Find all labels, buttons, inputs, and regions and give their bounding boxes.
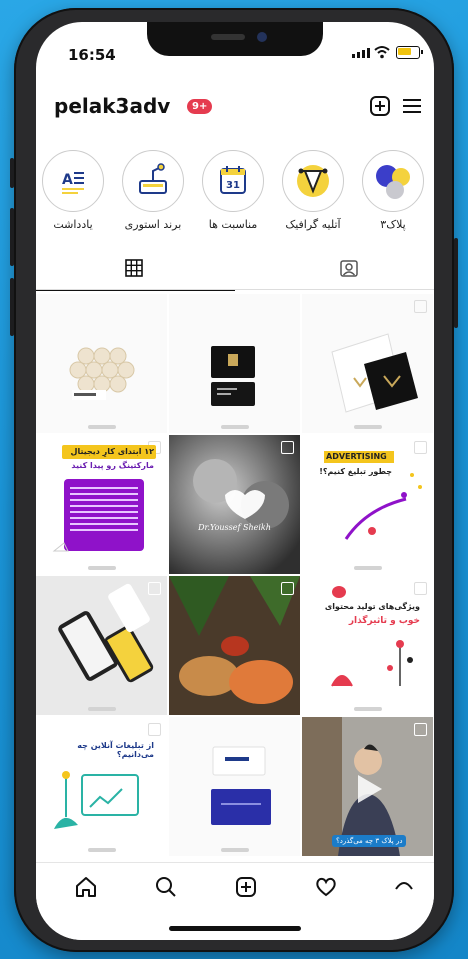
post-app-mockup[interactable] (36, 576, 167, 715)
instagram-profile-screen: 16:54 pelak3adv 9+ پلاک۳ آتلیه گرافیک 31… (36, 22, 434, 940)
svg-text:31: 31 (226, 180, 240, 191)
heart-icon[interactable] (314, 875, 338, 899)
post-arazan[interactable] (36, 294, 167, 433)
post-food-photo[interactable] (169, 576, 300, 715)
post-stationery[interactable] (169, 717, 300, 856)
search-icon[interactable] (154, 875, 178, 899)
profile-header: pelak3adv 9+ (36, 92, 434, 132)
profile-tabs (36, 250, 434, 291)
highlight-graphic-studio[interactable]: آتلیه گرافیک (276, 150, 350, 231)
post-online-ads[interactable]: از تبلیغات آنلاین چه می‌دانیم؟ (36, 717, 167, 856)
power-button (454, 238, 458, 328)
home-icon[interactable] (74, 875, 98, 899)
status-time: 16:54 (68, 46, 116, 64)
highlight-label: یادداشت (53, 218, 93, 231)
volume-down-button (10, 278, 14, 336)
post-content-features[interactable]: ویژگی‌های تولید محتوای خوب و تاثیرگذار (302, 576, 433, 715)
highlight-label: مناسبت ها (208, 218, 258, 231)
calendar-icon: 31 (202, 150, 264, 212)
signal-icon (352, 48, 370, 58)
bottom-navigation (36, 862, 434, 940)
tagged-icon (340, 260, 358, 277)
post-brand-cards[interactable] (302, 294, 433, 433)
create-icon[interactable] (234, 875, 258, 899)
highlight-label: برند استوری (124, 218, 182, 231)
svg-text:A: A (62, 172, 73, 188)
new-post-icon[interactable] (368, 94, 392, 118)
highlight-notes[interactable]: A یادداشت (36, 150, 110, 231)
wifi-icon (374, 46, 390, 59)
notch (147, 22, 323, 56)
volume-up-button (10, 208, 14, 266)
printer-robot-icon (122, 150, 184, 212)
highlight-label: پلاک۳ (380, 218, 406, 231)
battery-icon (396, 46, 423, 59)
menu-icon[interactable] (400, 94, 424, 118)
highlight-occasions[interactable]: 31 مناسبت ها (196, 150, 270, 231)
text-note-icon: A (42, 150, 104, 212)
highlight-pelak3[interactable]: پلاک۳ (356, 150, 430, 231)
post-video-speaker[interactable]: در پلاک ۳ چه می‌گذرد؟ (302, 717, 433, 856)
tab-grid[interactable] (36, 250, 235, 291)
post-portrait-photo[interactable]: Dr.Youssef Sheikh (169, 435, 300, 574)
mute-switch (10, 158, 14, 188)
highlight-brand-story[interactable]: برند استوری (116, 150, 190, 231)
post-digital-marketing[interactable]: ۱۲ ابتدای کارِ دیجیتال مارکتینگ رو پیدا … (36, 435, 167, 574)
notification-badge[interactable]: 9+ (187, 99, 213, 114)
post-caption: در پلاک ۳ چه می‌گذرد؟ (332, 835, 407, 847)
post-business-cards[interactable] (169, 294, 300, 433)
highlight-label: آتلیه گرافیک (285, 218, 341, 231)
username[interactable]: pelak3adv (54, 94, 170, 118)
story-highlights: پلاک۳ آتلیه گرافیک 31 مناسبت ها برند است… (36, 150, 434, 250)
circles-logo-icon (362, 150, 424, 212)
tab-tagged[interactable] (235, 250, 434, 290)
profile-avatar-icon[interactable] (392, 875, 416, 899)
post-caption: Dr.Youssef Sheikh (198, 523, 271, 532)
pen-tool-icon (282, 150, 344, 212)
home-indicator (169, 926, 301, 931)
post-advertising[interactable]: ADVERTISING چطور تبلیغ کنیم؟! (302, 435, 433, 574)
grid-icon (125, 259, 143, 277)
